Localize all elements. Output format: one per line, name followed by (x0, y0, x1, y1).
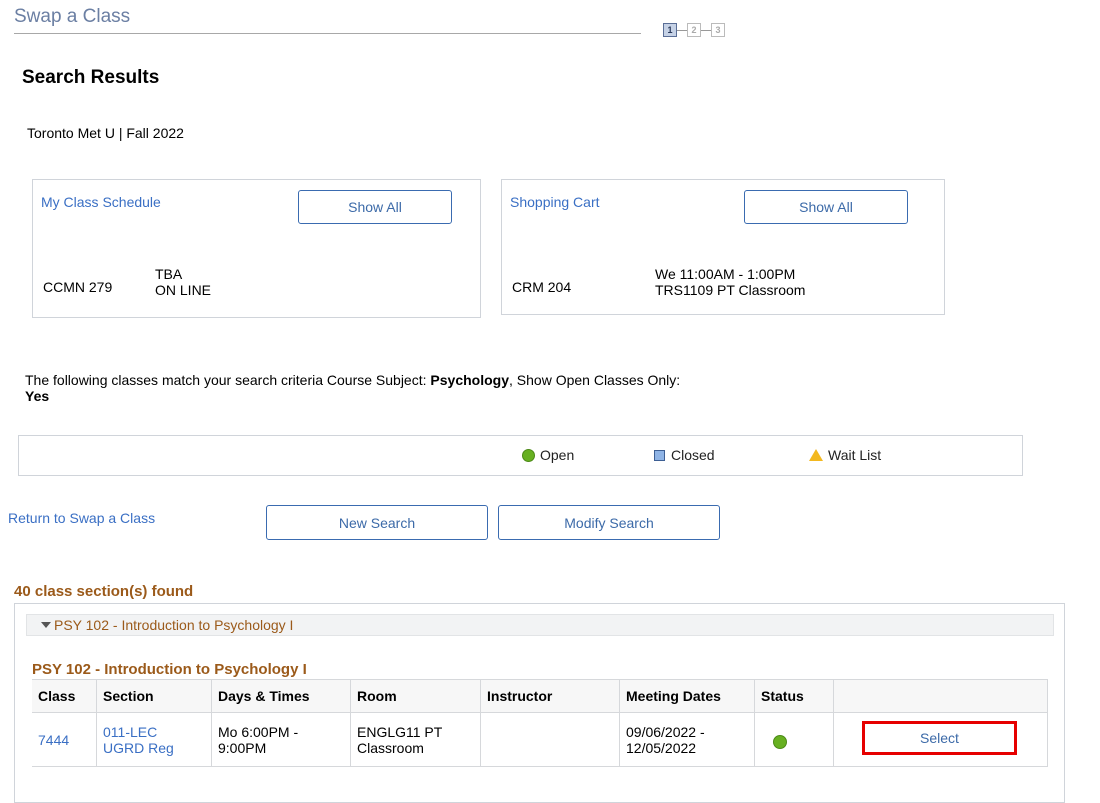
legend-wait-list: Wait List (809, 447, 881, 463)
shopping-cart-box: Shopping Cart Show All CRM 204 We 11:00A… (501, 179, 945, 315)
step-3: 3 (711, 23, 725, 37)
criteria-middle: , Show Open Classes Only: (509, 372, 681, 388)
open-status-icon (522, 448, 535, 462)
return-to-swap-link[interactable]: Return to Swap a Class (8, 510, 155, 526)
open-status-icon (773, 734, 787, 749)
meeting-dates-end: 12/05/2022 (626, 739, 697, 756)
step-indicator: 1 2 3 (663, 23, 725, 37)
closed-status-icon (654, 449, 665, 461)
new-search-button[interactable]: New Search (266, 505, 488, 540)
table-row: 7444 011-LEC UGRD Reg Mo 6:00PM - 9:00PM… (32, 712, 1048, 767)
cart-time: We 11:00AM - 1:00PM (655, 266, 796, 282)
schedule-location: ON LINE (155, 282, 212, 298)
room-line2: Classroom (357, 739, 424, 756)
criteria-subject: Psychology (430, 372, 509, 388)
my-class-schedule-link[interactable]: My Class Schedule (41, 194, 161, 210)
collapse-caret-icon (41, 622, 51, 628)
search-criteria-text: The following classes match your search … (25, 372, 680, 404)
days-times-line1: Mo 6:00PM - (218, 723, 299, 740)
room-line1: ENGLG11 PT (357, 723, 443, 740)
schedule-time: TBA (155, 266, 183, 282)
course-group-toggle[interactable]: PSY 102 - Introduction to Psychology I (26, 614, 1054, 636)
col-action (833, 679, 1048, 713)
course-group-label: PSY 102 - Introduction to Psychology I (54, 617, 294, 633)
step-2: 2 (687, 23, 701, 37)
my-class-schedule-box: My Class Schedule Show All CCMN 279 TBA … (32, 179, 481, 318)
legend-wait-list-label: Wait List (828, 447, 882, 463)
cart-show-all-button[interactable]: Show All (744, 190, 908, 224)
legend-open-label: Open (540, 447, 575, 463)
col-room: Room (350, 679, 481, 713)
criteria-open-only: Yes (25, 388, 50, 404)
step-connector (701, 29, 711, 31)
section-code: 011-LEC (103, 723, 158, 740)
course-title: PSY 102 - Introduction to Psychology I (32, 661, 307, 678)
legend-open: Open (522, 447, 574, 463)
results-count: 40 class section(s) found (14, 583, 194, 600)
criteria-prefix: The following classes match your search … (25, 372, 431, 388)
legend-closed: Closed (654, 447, 715, 463)
cart-course: CRM 204 (512, 279, 572, 295)
col-class: Class (32, 679, 97, 713)
meeting-dates-start: 09/06/2022 - (626, 723, 705, 740)
col-section: Section (96, 679, 212, 713)
legend-closed-label: Closed (671, 447, 715, 463)
instructor-cell (480, 712, 620, 767)
cart-location: TRS1109 PT Classroom (655, 282, 806, 298)
step-connector (677, 29, 687, 31)
term-label: Toronto Met U | Fall 2022 (27, 125, 184, 141)
modify-search-button[interactable]: Modify Search (498, 505, 720, 540)
class-sections-table: Class Section Days & Times Room Instruct… (32, 679, 1048, 767)
class-number-link[interactable]: 7444 (38, 732, 69, 748)
schedule-course: CCMN 279 (43, 279, 113, 295)
wait-list-status-icon (809, 449, 823, 461)
section-link[interactable]: 011-LEC UGRD Reg (103, 724, 174, 756)
title-divider (14, 33, 641, 34)
col-instructor: Instructor (480, 679, 620, 713)
col-meeting-dates: Meeting Dates (619, 679, 755, 713)
col-status: Status (754, 679, 834, 713)
days-times-line2: 9:00PM (218, 739, 267, 756)
section-type: UGRD Reg (103, 739, 174, 756)
status-legend: Open Closed Wait List (18, 435, 1023, 476)
step-1: 1 (663, 23, 677, 37)
shopping-cart-link[interactable]: Shopping Cart (510, 194, 600, 210)
page-title: Swap a Class (14, 6, 131, 27)
table-header-row: Class Section Days & Times Room Instruct… (32, 679, 1048, 713)
schedule-show-all-button[interactable]: Show All (298, 190, 452, 224)
select-button[interactable]: Select (862, 720, 1017, 755)
col-days-times: Days & Times (211, 679, 351, 713)
search-results-heading: Search Results (22, 67, 160, 88)
